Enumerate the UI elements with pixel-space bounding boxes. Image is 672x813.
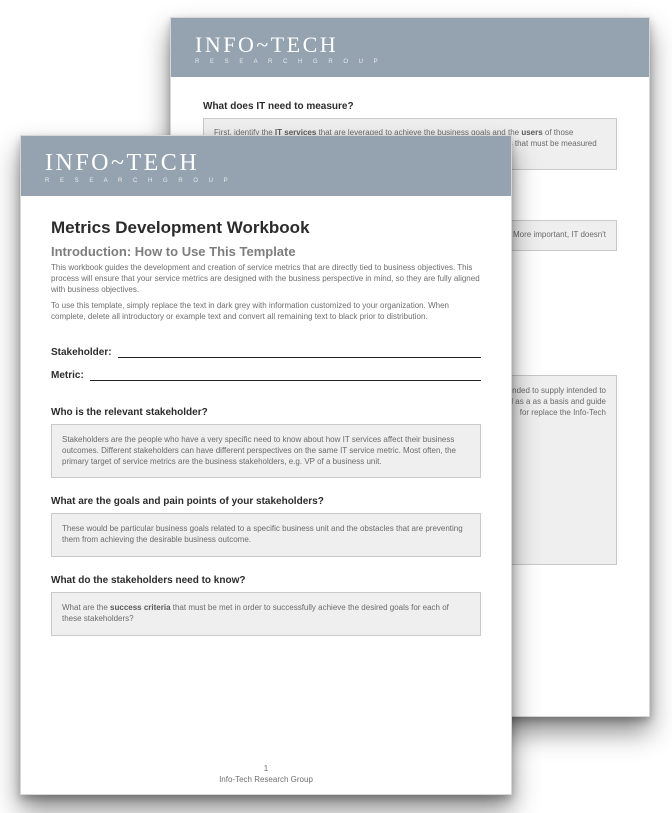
intro-paragraph-1: This workbook guides the development and… (51, 263, 481, 295)
answer-box-relevant-stakeholder: Stakeholders are the people who have a v… (51, 424, 481, 478)
field-label-stakeholder: Stakeholder: (51, 347, 112, 358)
answer-box-need-to-know: What are the success criteria that must … (51, 592, 481, 636)
brand-banner: INFO~TECH R E S E A R C H G R O U P (171, 18, 649, 77)
question-relevant-stakeholder: Who is the relevant stakeholder? (51, 407, 481, 418)
page-number: 1 (21, 764, 511, 773)
field-metric: Metric: (51, 370, 481, 381)
front-page-content: Metrics Development Workbook Introductio… (21, 196, 511, 650)
document-page-front: INFO~TECH R E S E A R C H G R O U P Metr… (20, 135, 512, 795)
question-need-to-know: What do the stakeholders need to know? (51, 575, 481, 586)
text-fragment: More important, IT doesn't (511, 230, 606, 239)
field-stakeholder: Stakeholder: (51, 347, 481, 358)
brand-logo-text: INFO~TECH (45, 150, 487, 177)
bold-users: users (521, 128, 542, 137)
bold-success-criteria: success criteria (110, 603, 171, 612)
brand-banner: INFO~TECH R E S E A R C H G R O U P (21, 136, 511, 196)
question-it-measure: What does IT need to measure? (203, 101, 617, 112)
answer-box-goals-pain-points: These would be particular business goals… (51, 513, 481, 557)
brand-subtext: R E S E A R C H G R O U P (45, 178, 487, 184)
field-label-metric: Metric: (51, 370, 84, 381)
blank-line-metric[interactable] (90, 371, 481, 381)
question-goals-pain-points: What are the goals and pain points of yo… (51, 496, 481, 507)
brand-subtext: R E S E A R C H G R O U P (195, 59, 625, 65)
blank-line-stakeholder[interactable] (118, 348, 481, 358)
brand-logo-text: INFO~TECH (195, 32, 625, 58)
text-fragment: What are the (62, 603, 110, 612)
section-title-introduction: Introduction: How to Use This Template (51, 244, 481, 259)
document-title: Metrics Development Workbook (51, 218, 481, 238)
intro-paragraph-2: To use this template, simply replace the… (51, 301, 481, 323)
footer-organization: Info-Tech Research Group (219, 775, 313, 784)
page-footer: 1 Info-Tech Research Group (21, 764, 511, 784)
